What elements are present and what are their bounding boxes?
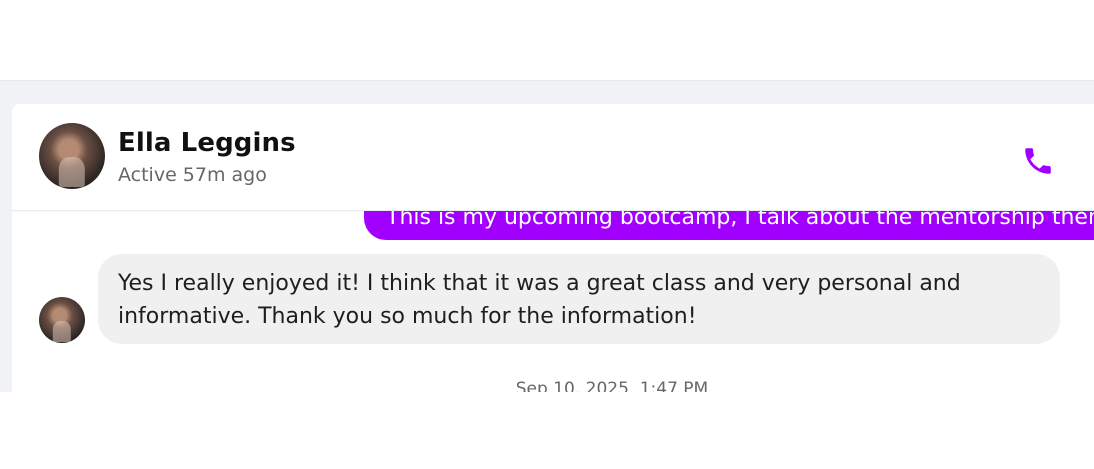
top-blank-area [0, 0, 1094, 80]
call-button[interactable] [1016, 139, 1060, 183]
contact-name[interactable]: Ella Leggins [118, 128, 296, 158]
message-timestamp: Sep 10, 2025, 1:47 PM [515, 379, 709, 392]
chat-header: Ella Leggins Active 57m ago [12, 104, 1094, 211]
chat-panel: This is my upcoming bootcamp, I talk abo… [12, 104, 1094, 392]
active-status: Active 57m ago [118, 164, 267, 186]
phone-icon [1025, 148, 1051, 174]
bottom-blank-area [0, 392, 1094, 469]
contact-avatar[interactable] [39, 123, 105, 189]
